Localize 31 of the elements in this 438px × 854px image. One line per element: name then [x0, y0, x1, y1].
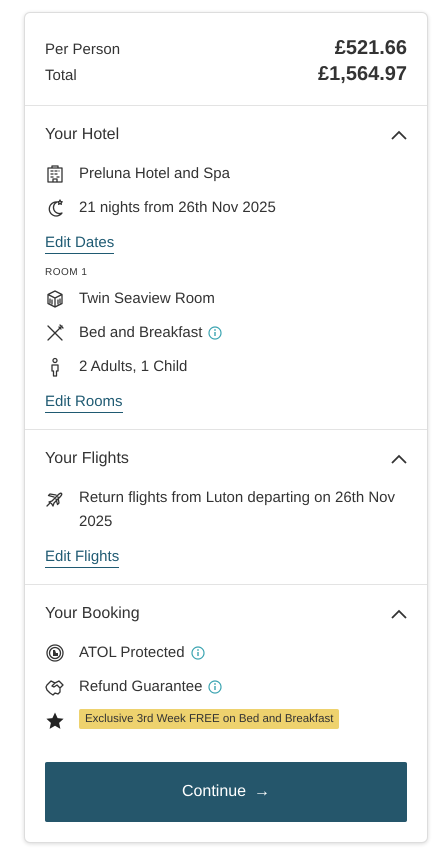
- seal-icon: [45, 643, 65, 663]
- detail-text: ATOL Protected: [79, 643, 185, 663]
- section-title: Your Hotel: [45, 126, 120, 144]
- room-heading: ROOM 1: [45, 267, 88, 278]
- price-value: £1,564.97: [318, 63, 407, 86]
- section-title: Your Booking: [45, 605, 140, 623]
- edit-link[interactable]: Edit Flights: [45, 547, 120, 568]
- edit-link[interactable]: Edit Rooms: [45, 392, 123, 413]
- detail-text: Return flights from Luton departing on 26th Nov 2025: [79, 488, 396, 532]
- detail-text: Refund Guarantee: [79, 677, 202, 697]
- star-icon: [45, 711, 65, 731]
- section-title: Your Flights: [45, 450, 129, 468]
- info-icon[interactable]: [190, 646, 205, 660]
- chevron-up-icon[interactable]: [391, 454, 407, 464]
- price-label: Per Person: [45, 41, 120, 58]
- building-icon: [45, 164, 65, 184]
- chevron-up-icon[interactable]: [391, 130, 407, 140]
- cube-icon: [45, 289, 65, 309]
- info-icon[interactable]: [208, 680, 222, 694]
- detail-text: Preluna Hotel and Spa: [79, 164, 230, 184]
- continue-button[interactable]: Continue →: [45, 762, 407, 822]
- detail-text: 21 nights from 26th Nov 2025: [79, 198, 276, 218]
- price-label: Total: [45, 67, 77, 84]
- chevron-up-icon[interactable]: [391, 609, 407, 619]
- detail-text: Bed and Breakfast: [79, 323, 202, 343]
- price-value: £521.66: [334, 37, 407, 60]
- detail-text: Twin Seaview Room: [79, 289, 215, 309]
- info-icon[interactable]: [208, 326, 222, 340]
- detail-text: 2 Adults, 1 Child: [79, 357, 188, 377]
- edit-link[interactable]: Edit Dates: [45, 233, 114, 254]
- offer-badge: Exclusive 3rd Week FREE on Bed and Breakfast: [79, 709, 340, 729]
